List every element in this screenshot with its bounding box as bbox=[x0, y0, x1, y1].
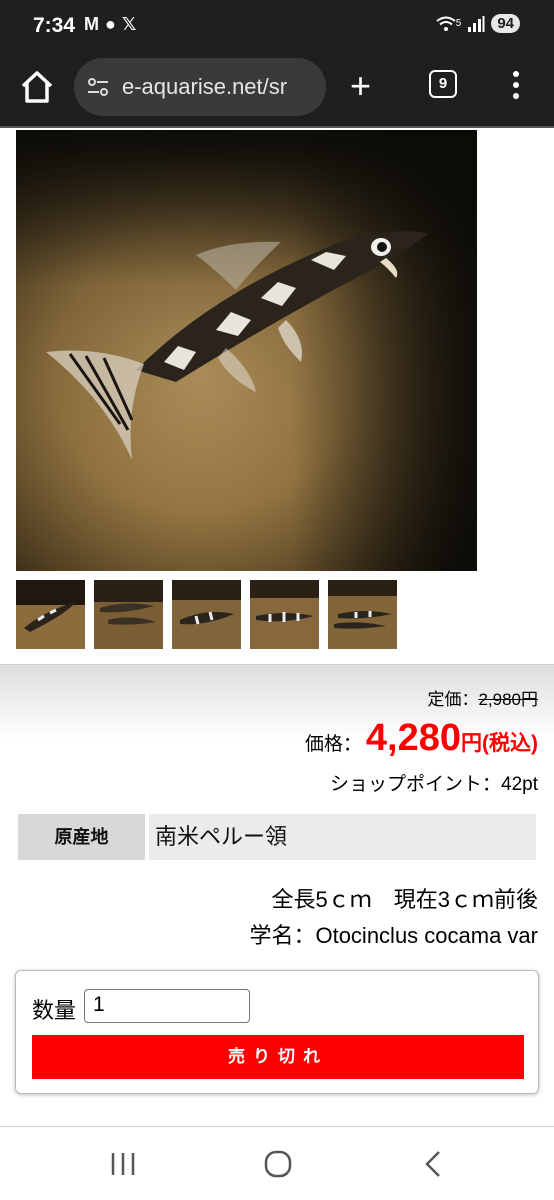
points-label: ショップポイント： bbox=[330, 774, 502, 795]
list-price: 定価：2,980円 bbox=[427, 685, 538, 710]
site-settings-icon[interactable] bbox=[86, 75, 110, 99]
back-icon[interactable] bbox=[413, 1147, 453, 1181]
price-label: 価格： bbox=[304, 734, 362, 755]
quantity-input[interactable]: 1 bbox=[84, 989, 250, 1023]
signal-icon bbox=[468, 15, 485, 32]
scientific-name-value: Otocinclus cocama var bbox=[315, 923, 538, 948]
thumbnail-5[interactable] bbox=[328, 580, 397, 649]
home-icon[interactable] bbox=[18, 68, 56, 106]
battery-indicator: 94 bbox=[491, 14, 520, 33]
thumbnail-3[interactable] bbox=[172, 580, 241, 649]
origin-row: 原産地 南米ペルー領 bbox=[18, 814, 536, 860]
status-bar: 7:34 M ● 𝕏 5 94 bbox=[0, 0, 554, 52]
system-nav-bar bbox=[0, 1126, 554, 1200]
list-price-label: 定価： bbox=[427, 690, 479, 709]
shop-points: ショップポイント：42pt bbox=[330, 769, 538, 796]
signal-label: 5 bbox=[455, 18, 462, 29]
thumbnail-gallery bbox=[16, 580, 397, 649]
url-text[interactable]: e-aquarise.net/sr bbox=[122, 74, 318, 100]
status-time: 7:34 bbox=[33, 14, 76, 37]
wifi-icon bbox=[436, 16, 456, 31]
scientific-name: 学名：Otocinclus cocama var bbox=[249, 918, 538, 950]
status-indicators: 5 94 bbox=[436, 14, 520, 33]
thumbnail-4[interactable] bbox=[250, 580, 319, 649]
sale-price: 価格： 4,280 円(税込) bbox=[305, 717, 538, 760]
browser-toolbar: e-aquarise.net/sr + 9 bbox=[0, 52, 554, 128]
origin-label: 原産地 bbox=[18, 814, 145, 860]
scientific-label: 学名： bbox=[249, 923, 316, 948]
list-price-value: 2,980円 bbox=[478, 690, 538, 709]
price-unit: 円(税込) bbox=[461, 732, 538, 755]
recent-apps-icon[interactable] bbox=[103, 1147, 143, 1181]
tab-switcher-button[interactable]: 9 bbox=[429, 70, 457, 98]
thumbnail-1[interactable] bbox=[16, 580, 85, 649]
gmail-icon: M bbox=[84, 14, 99, 34]
points-value: 42pt bbox=[501, 774, 538, 795]
price-value: 4,280 bbox=[365, 717, 461, 759]
cart-box: 数量 1 売り切れ bbox=[15, 970, 539, 1094]
x-icon: 𝕏 bbox=[121, 14, 137, 34]
sold-out-button[interactable]: 売り切れ bbox=[32, 1035, 524, 1079]
origin-value: 南米ペルー領 bbox=[149, 814, 536, 860]
thumbnail-2[interactable] bbox=[94, 580, 163, 649]
app-notification-icon: ● bbox=[105, 14, 116, 34]
new-tab-button[interactable]: + bbox=[350, 68, 371, 104]
product-main-image[interactable] bbox=[16, 130, 477, 571]
notification-icons: M ● 𝕏 bbox=[84, 14, 136, 35]
more-options-icon[interactable] bbox=[508, 70, 524, 100]
address-bar[interactable]: e-aquarise.net/sr bbox=[74, 58, 326, 116]
size-description: 全長5ｃｍ 現在3ｃｍ前後 bbox=[271, 887, 538, 912]
quantity-label: 数量 bbox=[32, 998, 77, 1023]
price-section: 定価：2,980円 価格： 4,280 円(税込) ショップポイント：42pt bbox=[0, 664, 554, 802]
home-nav-icon[interactable] bbox=[258, 1147, 298, 1181]
